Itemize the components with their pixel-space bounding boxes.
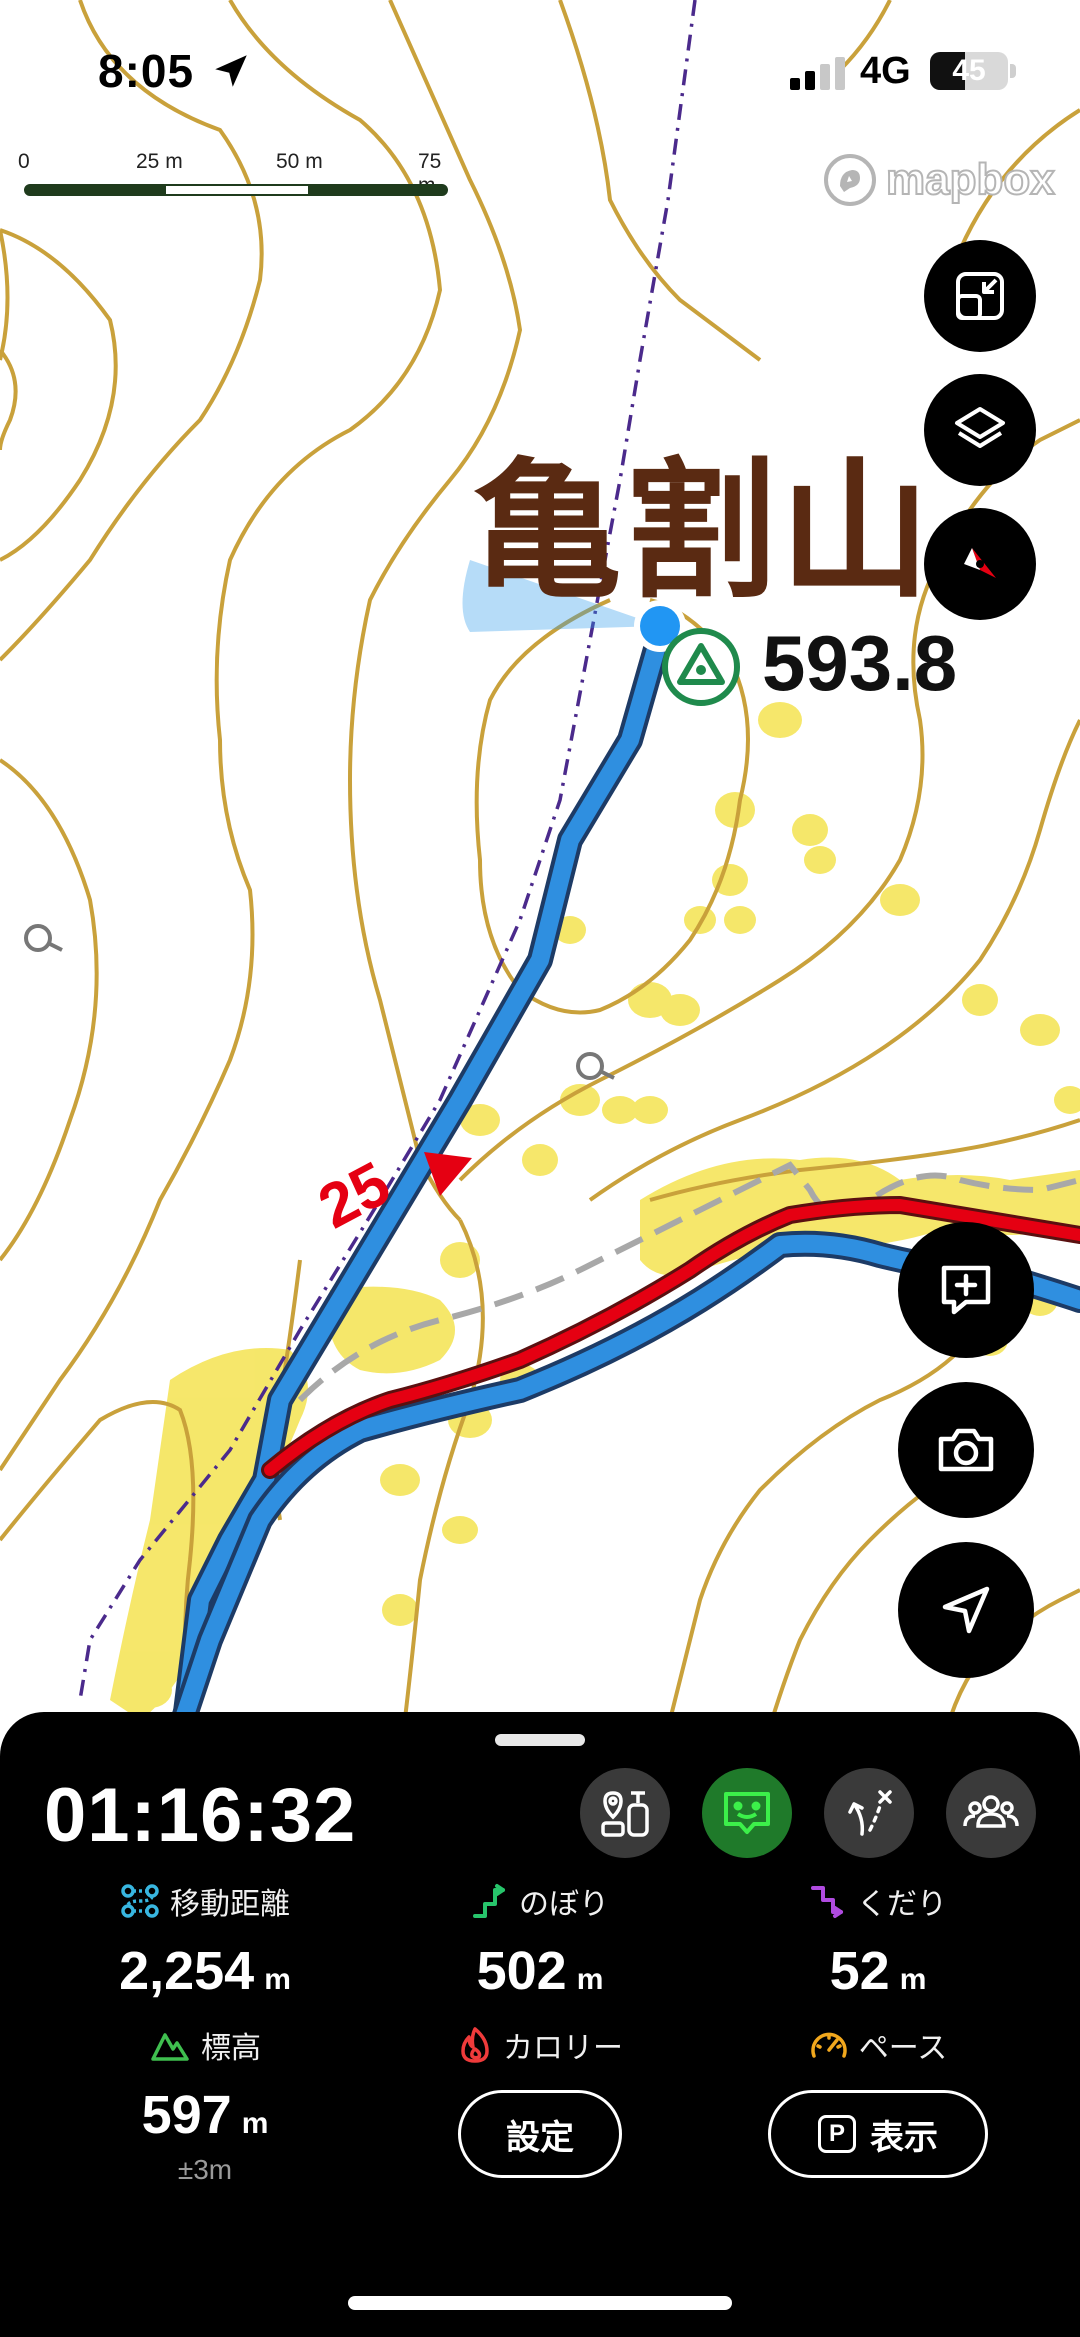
status-bar: 8:05 4G 45 bbox=[0, 0, 1080, 140]
show-parking-button[interactable]: P 表示 bbox=[768, 2090, 988, 2178]
show-button-label: 表示 bbox=[870, 2118, 938, 2157]
peak-elevation-label: 593.8 bbox=[762, 619, 958, 707]
cellular-signal-icon bbox=[790, 57, 845, 90]
layers-icon bbox=[955, 407, 1005, 448]
collapse-icon bbox=[956, 272, 1004, 320]
stat-ascent-unit: m bbox=[576, 1963, 604, 1996]
distance-icon bbox=[121, 1884, 159, 1918]
home-indicator[interactable] bbox=[348, 2296, 732, 2310]
location-services-icon bbox=[215, 55, 247, 87]
settings-button-label: 設定 bbox=[506, 2118, 574, 2157]
scale-bar-graphic bbox=[24, 184, 448, 196]
parking-icon: P bbox=[818, 2115, 856, 2153]
stat-altitude-value: 597 bbox=[141, 2085, 232, 2145]
stat-ascent: のぼり 502 m bbox=[390, 1880, 690, 2002]
add-memo-button[interactable] bbox=[898, 1222, 1034, 1358]
chat-mode-button[interactable] bbox=[702, 1768, 792, 1858]
scale-label: 50 m bbox=[276, 150, 323, 173]
elapsed-timer: 01:16:32 bbox=[44, 1773, 357, 1858]
stat-calorie: カロリー bbox=[390, 2024, 690, 2066]
map-layers-button[interactable] bbox=[924, 374, 1036, 486]
stat-pace-label: ペース bbox=[858, 2032, 948, 2065]
camera-button[interactable] bbox=[898, 1382, 1034, 1518]
stat-descent-unit: m bbox=[899, 1963, 927, 1996]
checkpoint-list-icon bbox=[601, 1791, 649, 1837]
descent-icon bbox=[811, 1886, 843, 1918]
stat-altitude: 標高 597 m ±3m bbox=[55, 2024, 355, 2186]
battery-percent: 45 bbox=[952, 54, 986, 87]
stat-distance-label: 移動距離 bbox=[170, 1888, 290, 1921]
ascent-icon bbox=[473, 1884, 505, 1918]
stat-ascent-label: のぼり bbox=[519, 1888, 609, 1921]
stat-distance-value: 2,254 bbox=[119, 1941, 255, 2001]
scale-label: 0 bbox=[18, 150, 30, 173]
compass-icon bbox=[964, 548, 996, 578]
stat-descent-label: くだり bbox=[857, 1888, 947, 1921]
stat-pace: ペース bbox=[728, 2024, 1028, 2066]
battery-cap bbox=[1010, 64, 1016, 78]
stat-distance: 移動距離 2,254 m bbox=[55, 1880, 355, 2002]
battery-icon: 45 bbox=[930, 52, 1008, 90]
stat-altitude-accuracy: ±3m bbox=[177, 2154, 233, 2185]
add-memo-icon bbox=[941, 1265, 991, 1315]
locate-me-button[interactable] bbox=[898, 1542, 1034, 1678]
collapse-map-button[interactable] bbox=[924, 240, 1036, 352]
compass-button[interactable] bbox=[924, 508, 1036, 620]
panel-drag-handle[interactable] bbox=[495, 1734, 585, 1746]
chat-face-icon bbox=[724, 1792, 770, 1834]
camera-icon bbox=[938, 1428, 994, 1472]
stat-descent: くだり 52 m bbox=[728, 1880, 1028, 2002]
map-scale-bar: 0 25 m 50 m 75 m bbox=[18, 150, 458, 200]
flame-icon bbox=[461, 2027, 489, 2063]
mapbox-wordmark: mapbox bbox=[885, 154, 1056, 205]
mountain-icon bbox=[151, 2033, 189, 2061]
stat-descent-value: 52 bbox=[829, 1941, 890, 2001]
stat-distance-unit: m bbox=[264, 1963, 291, 1996]
scale-label: 25 m bbox=[136, 150, 183, 173]
stat-altitude-label: 標高 bbox=[201, 2032, 261, 2065]
stat-calorie-label: カロリー bbox=[503, 2032, 623, 2065]
mapbox-icon bbox=[824, 154, 876, 206]
settings-button[interactable]: 設定 bbox=[458, 2090, 622, 2178]
checkpoint-list-button[interactable] bbox=[580, 1768, 670, 1858]
stat-ascent-value: 502 bbox=[476, 1941, 567, 2001]
peak-name-label: 亀割山 bbox=[472, 445, 935, 619]
network-type: 4G bbox=[860, 50, 911, 92]
direction-triangle-icon bbox=[424, 1152, 472, 1196]
mapbox-attribution-logo[interactable]: mapbox bbox=[822, 150, 1056, 210]
clock-time: 8:05 bbox=[98, 45, 195, 97]
locate-icon bbox=[942, 1586, 990, 1634]
route-deviation-button[interactable] bbox=[824, 1768, 914, 1858]
group-icon bbox=[963, 1795, 1019, 1828]
summit-triangle-icon[interactable] bbox=[660, 626, 742, 708]
stat-altitude-unit: m bbox=[241, 2107, 269, 2140]
speedometer-icon bbox=[811, 2032, 847, 2058]
route-deviation-icon bbox=[848, 1790, 892, 1836]
group-button[interactable] bbox=[946, 1768, 1036, 1858]
activity-panel: 01:16:32 移動距離 2,254 m のぼり 502 m くだり 52 m… bbox=[0, 1712, 1080, 2337]
